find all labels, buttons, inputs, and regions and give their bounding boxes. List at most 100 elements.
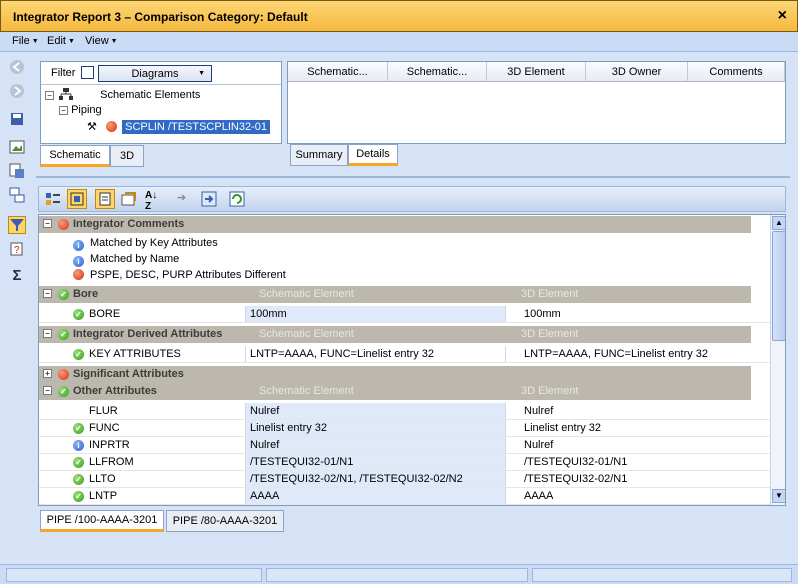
filter-label: Filter (51, 67, 76, 79)
status-bar (0, 564, 798, 584)
tab-pipe-80[interactable]: PIPE /80-AAAA-3201 (166, 510, 284, 532)
check-icon: ✓ (58, 289, 69, 300)
category-label: Integrator Comments (73, 218, 185, 230)
column-3d-owner[interactable]: 3D Owner (586, 62, 688, 82)
menu-file[interactable]: File ▼ (12, 35, 39, 47)
collapse-icon[interactable]: − (43, 329, 52, 338)
check-icon: ✓ (73, 349, 84, 360)
sort-icon[interactable]: A↓ Z (145, 190, 163, 212)
3d-value: 100mm (505, 306, 771, 322)
comment-item: i Matched by Name (73, 253, 179, 267)
column-3d-element[interactable]: 3D Element (487, 62, 586, 82)
category-label: Integrator Derived Attributes (73, 328, 223, 340)
schematic-value: Nulref (245, 437, 505, 453)
check-icon: ✓ (58, 329, 69, 340)
menu-edit[interactable]: Edit ▼ (47, 35, 75, 47)
filter-icon[interactable] (8, 216, 26, 234)
tree-root[interactable]: − Schematic Elements (45, 88, 200, 101)
table-row[interactable]: ✓ FUNC Linelist entry 32 Linelist entry … (39, 420, 771, 437)
table-row[interactable]: ✓ LNTP AAAA AAAA (39, 488, 771, 505)
collapse-icon[interactable]: − (43, 289, 52, 298)
category-bore[interactable]: − ✓ Bore Schematic Element 3D Element (39, 286, 751, 303)
tree-scplin-label: SCPLIN /TESTSCPLIN32-01 (122, 120, 270, 134)
tab-summary[interactable]: Summary (290, 144, 348, 166)
diagrams-dropdown[interactable]: Diagrams ▼ (98, 65, 212, 82)
column-comments[interactable]: Comments (688, 62, 785, 82)
left-toolbar: ? Σ (3, 54, 33, 344)
collapse-icon[interactable]: − (45, 91, 54, 100)
close-icon[interactable]: × (778, 7, 787, 25)
tab-3d[interactable]: 3D (110, 145, 144, 167)
comment-item: PSPE, DESC, PURP Attributes Different (73, 269, 286, 281)
tree-scplin[interactable]: ⚒ SCPLIN /TESTSCPLIN32-01 (87, 120, 270, 134)
status-red-icon (106, 121, 118, 132)
schematic-value: /TESTEQUI32-01/N1 (245, 454, 505, 470)
status-segment (266, 568, 528, 582)
attribute-name: FUNC (89, 422, 120, 434)
header-3d: 3D Element (521, 385, 579, 397)
tab-details[interactable]: Details (348, 144, 398, 166)
vertical-scrollbar[interactable]: ▲ ▼ (770, 215, 785, 505)
next-arrow-icon[interactable]: ➔ (177, 191, 193, 207)
sum-icon[interactable]: Σ (8, 266, 26, 284)
3d-value: /TESTEQUI32-02/N1 (505, 471, 771, 487)
title-bar: Integrator Report 3 – Comparison Categor… (0, 0, 798, 32)
events-icon[interactable] (121, 191, 137, 207)
save-icon[interactable] (8, 110, 26, 128)
info-icon: i (73, 240, 84, 251)
refresh-icon[interactable] (229, 191, 245, 207)
categorized-icon[interactable] (45, 191, 61, 207)
compare-icon[interactable] (8, 186, 26, 204)
category-other-attributes[interactable]: − ✓ Other Attributes Schematic Element 3… (39, 383, 751, 400)
column-schematic-2[interactable]: Schematic... (388, 62, 487, 82)
column-schematic-1[interactable]: Schematic... (288, 62, 388, 82)
status-segment (6, 568, 262, 582)
tab-schematic[interactable]: Schematic (40, 145, 110, 167)
help-icon[interactable]: ? (8, 240, 26, 258)
table-row[interactable]: ✓ LLFROM /TESTEQUI32-01/N1 /TESTEQUI32-0… (39, 454, 771, 471)
table-row[interactable]: ✓ LLTO /TESTEQUI32-02/N1, /TESTEQUI32-02… (39, 471, 771, 488)
details-list-panel: Schematic... Schematic... 3D Element 3D … (287, 61, 786, 144)
navigate-icon[interactable] (201, 191, 217, 207)
category-significant-attributes[interactable]: + Significant Attributes (39, 366, 751, 383)
schematic-value: LNTP=AAAA, FUNC=Linelist entry 32 (245, 346, 505, 362)
scroll-down-icon[interactable]: ▼ (772, 489, 785, 503)
filter-checkbox[interactable] (81, 66, 94, 79)
schematic-value: Linelist entry 32 (245, 420, 505, 436)
grid-toolbar: A↓ Z ➔ (38, 186, 786, 212)
table-row[interactable]: ✓ BORE 100mm 100mm (39, 306, 771, 323)
tab-pipe-100[interactable]: PIPE /100-AAAA-3201 (40, 510, 164, 532)
scroll-up-icon[interactable]: ▲ (772, 216, 785, 230)
info-icon: i (73, 256, 84, 267)
forward-icon[interactable] (8, 82, 26, 100)
collapse-icon[interactable]: − (43, 219, 52, 228)
table-row[interactable]: i INPRTR Nulref Nulref (39, 437, 771, 454)
expand-icon[interactable]: + (43, 369, 52, 378)
window-title: Integrator Report 3 – Comparison Categor… (13, 10, 308, 24)
schematic-value: 100mm (245, 306, 505, 322)
schematic-value: /TESTEQUI32-02/N1, /TESTEQUI32-02/N2 (245, 471, 505, 487)
filter-view-icon[interactable] (67, 189, 87, 209)
export-icon[interactable] (8, 162, 26, 180)
check-icon: ✓ (73, 491, 84, 502)
hierarchy-icon (59, 88, 74, 100)
scroll-thumb[interactable] (772, 231, 785, 341)
header-schematic: Schematic Element (259, 385, 354, 397)
table-row[interactable]: FLUR Nulref Nulref (39, 403, 771, 420)
properties-icon[interactable] (95, 189, 115, 209)
category-integrator-comments[interactable]: − Integrator Comments (39, 216, 751, 233)
header-schematic: Schematic Element (259, 288, 354, 300)
check-icon: ✓ (73, 423, 84, 434)
menu-view[interactable]: View ▼ (85, 35, 118, 47)
tree-root-label: Schematic Elements (100, 89, 201, 101)
collapse-icon[interactable]: − (59, 106, 68, 115)
table-row[interactable]: ✓ KEY ATTRIBUTES LNTP=AAAA, FUNC=Linelis… (39, 346, 771, 363)
tree-piping[interactable]: − Piping (59, 104, 102, 116)
image-icon[interactable] (8, 138, 26, 156)
category-derived-attributes[interactable]: − ✓ Integrator Derived Attributes Schema… (39, 326, 751, 343)
collapse-icon[interactable]: − (43, 386, 52, 395)
attribute-name: LLFROM (89, 456, 134, 468)
3d-value: Nulref (505, 437, 771, 453)
back-icon[interactable] (8, 58, 26, 76)
status-red-icon (58, 219, 69, 230)
